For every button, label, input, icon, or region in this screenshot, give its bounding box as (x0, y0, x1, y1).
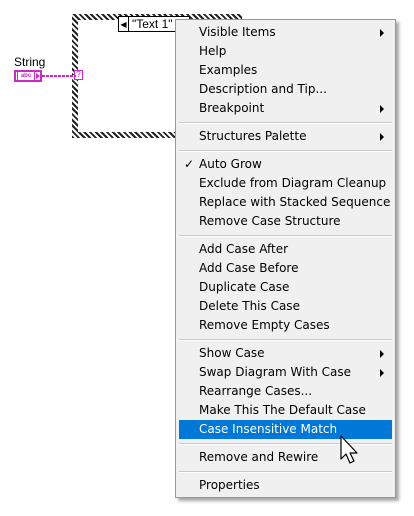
string-label: String (14, 55, 46, 69)
menu-item-label: Replace with Stacked Sequence (199, 195, 391, 209)
menu-item-add-case-before[interactable]: Add Case Before (179, 259, 392, 278)
submenu-arrow-icon (380, 350, 384, 358)
menu-item-label: Delete This Case (199, 299, 300, 313)
menu-item-delete-this-case[interactable]: Delete This Case (179, 297, 392, 316)
checkmark-icon: ✓ (184, 157, 195, 171)
menu-item-label: Exclude from Diagram Cleanup (199, 176, 387, 190)
menu-item-label: Add Case Before (199, 261, 299, 275)
context-menu: Visible Items Help Examples Description … (175, 19, 396, 498)
menu-item-auto-grow[interactable]: ✓ Auto Grow (179, 155, 392, 174)
menu-item-label: Swap Diagram With Case (199, 365, 351, 379)
menu-item-help[interactable]: Help (179, 42, 392, 61)
menu-item-label: Visible Items (199, 25, 276, 39)
menu-item-label: Help (199, 44, 227, 58)
string-terminal-glyph: abc (17, 71, 35, 81)
menu-item-label: Remove and Rewire (199, 450, 319, 464)
menu-item-label: Add Case After (199, 242, 289, 256)
menu-item-label: Description and Tip... (199, 82, 327, 96)
menu-item-examples[interactable]: Examples (179, 61, 392, 80)
menu-item-label: Examples (199, 63, 258, 77)
decrement-case-icon[interactable]: ◀ (119, 17, 129, 31)
menu-item-properties[interactable]: Properties (179, 476, 392, 495)
menu-item-add-case-after[interactable]: Add Case After (179, 240, 392, 259)
menu-item-structures-palette[interactable]: Structures Palette (179, 127, 392, 146)
menu-item-label: Show Case (199, 346, 265, 360)
menu-item-description-and-tip[interactable]: Description and Tip... (179, 80, 392, 99)
submenu-arrow-icon (380, 369, 384, 377)
menu-item-replace-with-stacked-sequence[interactable]: Replace with Stacked Sequence (179, 193, 392, 212)
menu-separator (179, 339, 392, 341)
submenu-arrow-icon (380, 105, 384, 113)
menu-item-breakpoint[interactable]: Breakpoint (179, 99, 392, 118)
menu-item-swap-diagram-with-case[interactable]: Swap Diagram With Case (179, 363, 392, 382)
menu-item-remove-case-structure[interactable]: Remove Case Structure (179, 212, 392, 231)
menu-separator (179, 471, 392, 473)
menu-item-show-case[interactable]: Show Case (179, 344, 392, 363)
menu-item-label: Properties (199, 478, 260, 492)
string-terminal[interactable]: abc (14, 70, 42, 82)
menu-item-duplicate-case[interactable]: Duplicate Case (179, 278, 392, 297)
menu-item-remove-empty-cases[interactable]: Remove Empty Cases (179, 316, 392, 335)
menu-item-label: Auto Grow (199, 157, 262, 171)
submenu-arrow-icon (380, 133, 384, 141)
menu-item-exclude-from-cleanup[interactable]: Exclude from Diagram Cleanup (179, 174, 392, 193)
menu-item-make-default-case[interactable]: Make This The Default Case (179, 401, 392, 420)
menu-item-label: Duplicate Case (199, 280, 290, 294)
menu-item-label: Structures Palette (199, 129, 307, 143)
submenu-arrow-icon (380, 29, 384, 37)
case-selector-value: "Text 1" (132, 17, 173, 31)
menu-item-label: Breakpoint (199, 101, 265, 115)
menu-item-label: Make This The Default Case (199, 403, 366, 417)
string-wire[interactable] (42, 75, 76, 77)
menu-item-label: Case Insensitive Match (199, 422, 338, 436)
menu-separator (179, 150, 392, 152)
menu-item-label: Remove Empty Cases (199, 318, 330, 332)
mouse-pointer-icon (340, 435, 358, 464)
menu-separator (179, 235, 392, 237)
menu-item-rearrange-cases[interactable]: Rearrange Cases... (179, 382, 392, 401)
menu-item-label: Rearrange Cases... (199, 384, 313, 398)
menu-item-label: Remove Case Structure (199, 214, 341, 228)
menu-item-visible-items[interactable]: Visible Items (179, 23, 392, 42)
output-arrow-icon (36, 73, 40, 79)
menu-separator (179, 122, 392, 124)
